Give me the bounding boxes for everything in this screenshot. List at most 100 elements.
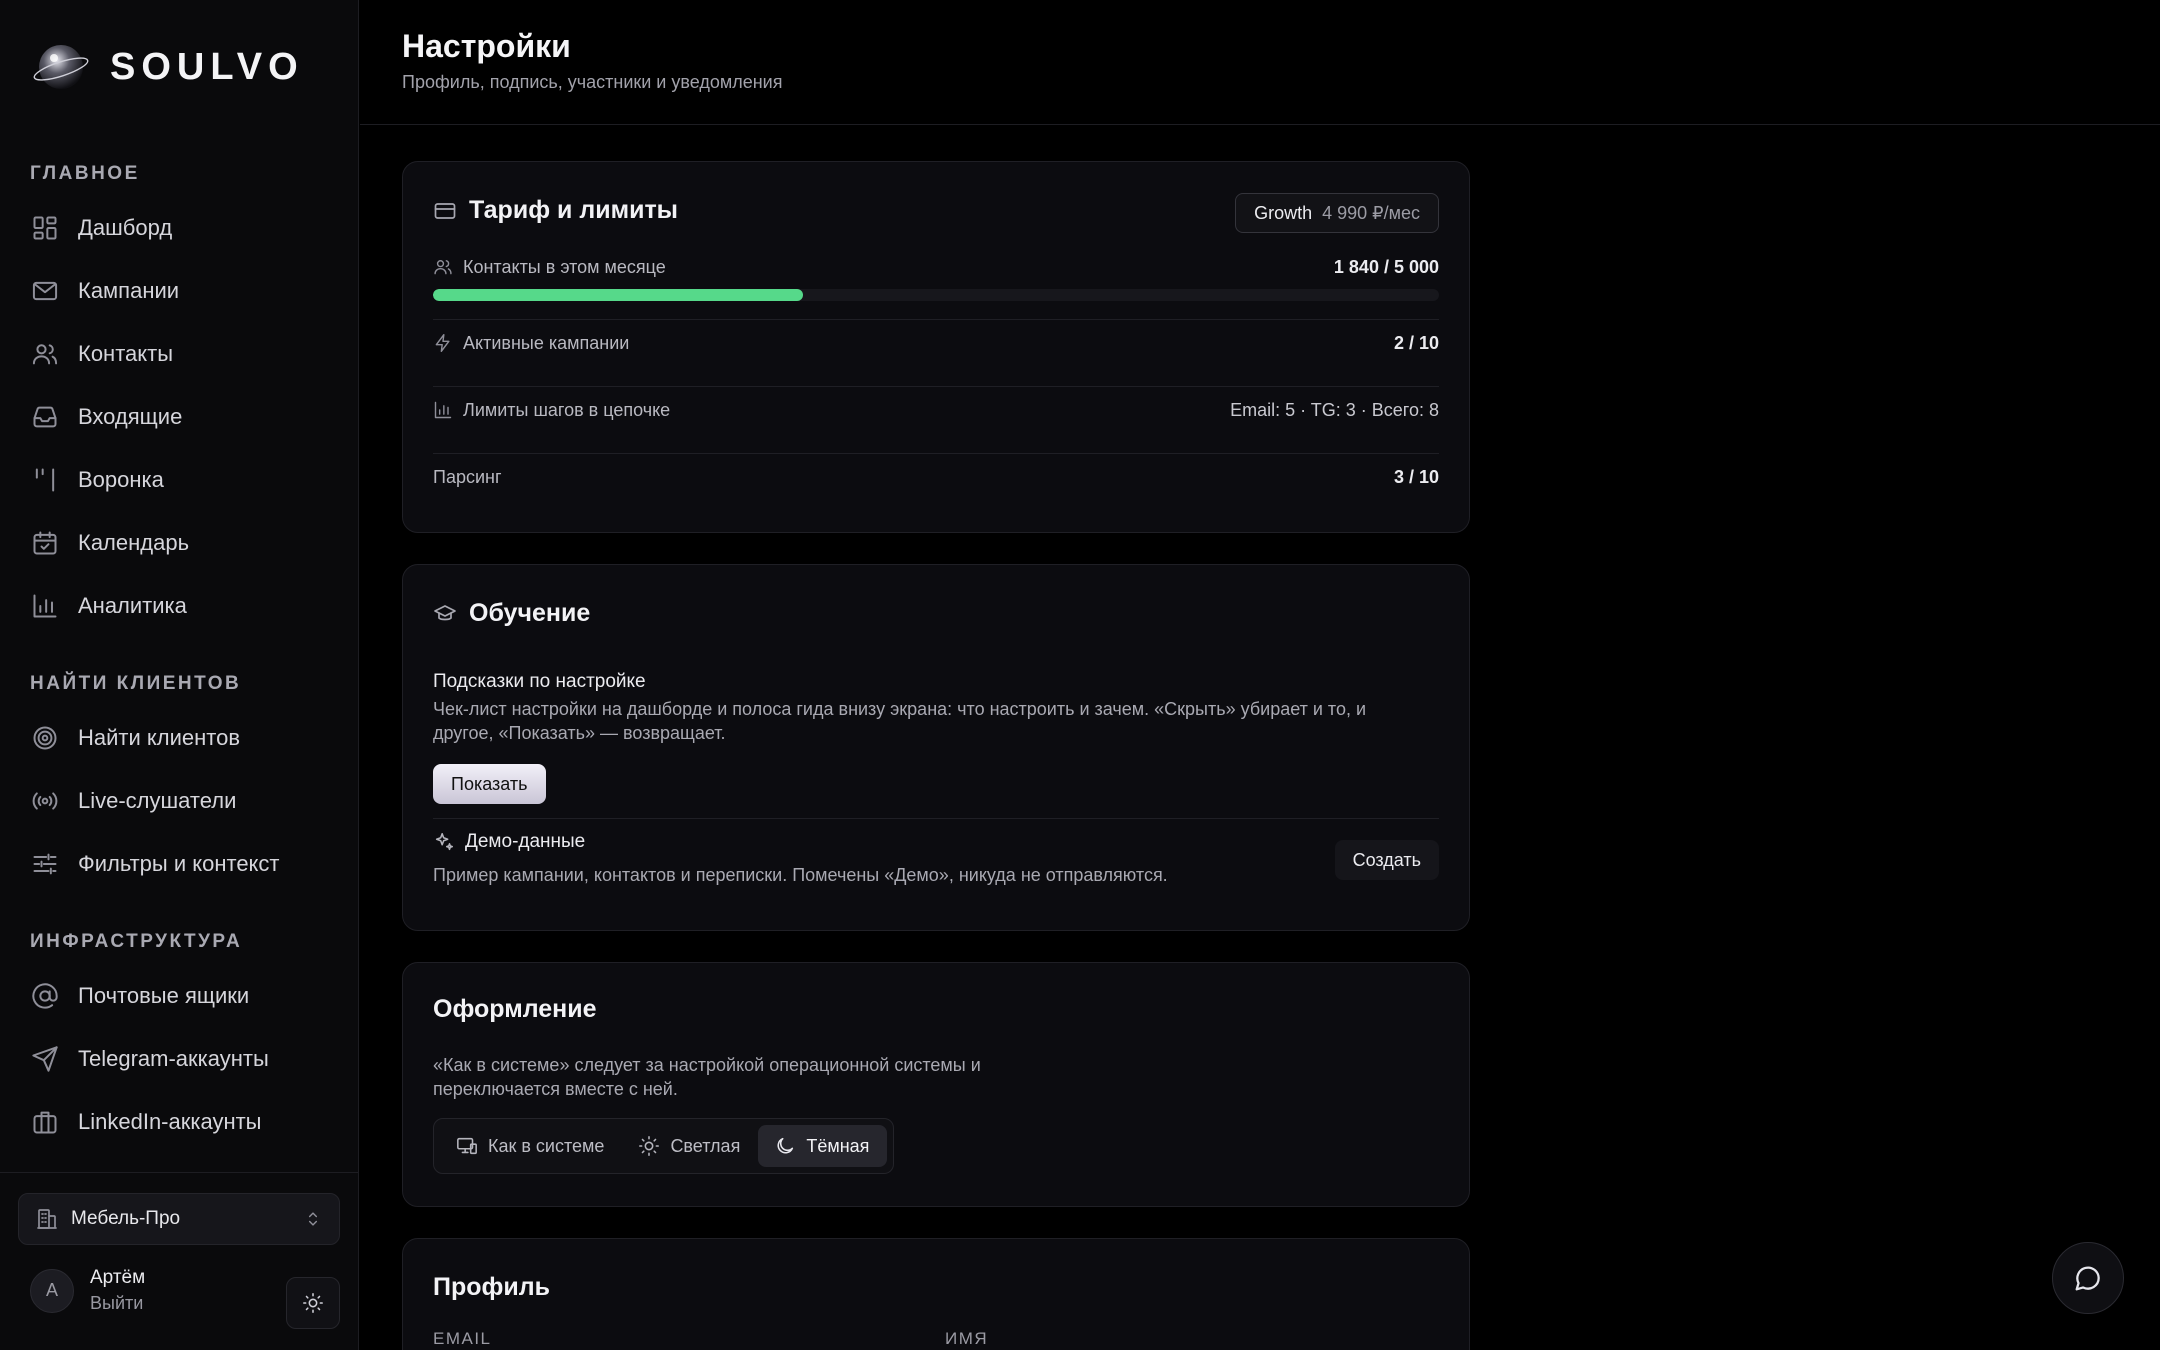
theme-option-light[interactable]: Светлая [622, 1125, 758, 1167]
mail-icon [30, 276, 60, 306]
demo-data-title: Демо-данные [465, 831, 586, 852]
user-info: А Артём Выйти [30, 1267, 145, 1314]
sidebar-item-label: Контакты [78, 341, 174, 366]
theme-segmented-control: Как в системе Светлая Тёмная [433, 1118, 895, 1174]
parsing-limit-row: Парсинг 3 / 10 [433, 462, 1439, 492]
sidebar-item-campaigns[interactable]: Кампании [30, 269, 179, 313]
page-title: Настройки [402, 28, 571, 64]
divider [433, 319, 1439, 320]
create-demo-button[interactable]: Создать [1334, 840, 1439, 880]
workspace-name: Мебель-Про [71, 1208, 181, 1229]
theme-option-system[interactable]: Как в системе [440, 1125, 622, 1167]
users-icon [30, 339, 60, 369]
learning-card-title: Обучение [433, 599, 590, 628]
demo-data-heading: Демо-данные [433, 831, 585, 853]
send-icon [30, 1044, 60, 1074]
divider [433, 818, 1439, 819]
monitor-icon [456, 1135, 478, 1157]
briefcase-icon [30, 1107, 60, 1137]
nav-section-find-clients: НАЙТИ КЛИЕНТОВ [30, 673, 242, 694]
lightning-icon [433, 333, 453, 353]
learning-card: Обучение Подсказки по настройке Чек-лист… [402, 564, 1470, 931]
chat-button[interactable] [2052, 1242, 2124, 1314]
sidebar-item-find-clients[interactable]: Найти клиентов [30, 716, 240, 760]
show-hints-button[interactable]: Показать [433, 764, 546, 804]
sidebar-item-label: Входящие [78, 404, 183, 429]
sidebar-item-contacts[interactable]: Контакты [30, 332, 173, 376]
users-icon [433, 257, 453, 277]
sun-icon [302, 1292, 324, 1314]
logo[interactable]: SOULVO [32, 38, 304, 96]
avatar[interactable]: А [30, 1268, 74, 1313]
campaigns-limit-label: Активные кампании [463, 332, 630, 353]
plan-card-title: Тариф и лимиты [433, 196, 678, 225]
learning-title-text: Обучение [469, 599, 591, 627]
building-icon [35, 1207, 59, 1231]
sidebar-item-calendar[interactable]: Календарь [30, 521, 189, 565]
sidebar-item-live-listeners[interactable]: Live-слушатели [30, 779, 236, 823]
contacts-limit-value: 1 840 / 5 000 [1333, 256, 1439, 277]
brand-name: SOULVO [110, 45, 304, 88]
sidebar-item-label: Календарь [78, 530, 190, 555]
steps-limit-row: Лимиты шагов в цепочке Email: 5 · TG: 3 … [433, 395, 1439, 425]
divider [433, 386, 1439, 387]
broadcast-icon [30, 786, 60, 816]
appearance-description-line-2: переключается вместе с ней. [433, 1079, 678, 1099]
campaigns-limit-row: Активные кампании 2 / 10 [433, 328, 1439, 358]
theme-option-label: Светлая [670, 1135, 741, 1156]
sidebar-item-label: Telegram-аккаунты [78, 1046, 269, 1071]
planet-logo-icon [33, 45, 89, 89]
appearance-card: Оформление «Как в системе» следует за на… [402, 962, 1470, 1207]
calendar-icon [30, 528, 60, 558]
theme-option-label: Как в системе [488, 1135, 605, 1156]
steps-limit-value: Email: 5 · TG: 3 · Всего: 8 [1230, 399, 1439, 420]
demo-data-description: Пример кампании, контактов и переписки. … [433, 865, 1168, 885]
contacts-limit-label: Контакты в этом месяце [463, 256, 666, 277]
dashboard-icon [30, 213, 60, 243]
logout-link[interactable]: Выйти [90, 1293, 145, 1314]
appearance-title: Оформление [433, 995, 597, 1023]
sidebar-item-telegram[interactable]: Telegram-аккаунты [30, 1037, 269, 1081]
theme-option-dark[interactable]: Тёмная [758, 1125, 888, 1167]
at-sign-icon [30, 981, 60, 1011]
sidebar-item-linkedin[interactable]: LinkedIn-аккаунты [30, 1100, 262, 1144]
sidebar-item-inbox[interactable]: Входящие [30, 395, 182, 439]
sidebar-item-label: Дашборд [78, 215, 173, 240]
parsing-limit-label: Парсинг [433, 466, 502, 487]
graduation-cap-icon [433, 602, 457, 626]
sidebar-item-mailboxes[interactable]: Почтовые ящики [30, 974, 249, 1018]
plan-badge[interactable]: Growth 4 990 ₽/мес [1235, 193, 1439, 233]
credit-card-icon [433, 199, 457, 223]
user-name: Артём [90, 1267, 146, 1288]
sidebar-item-funnel[interactable]: Воронка [30, 458, 164, 502]
appearance-description-line-1: «Как в системе» следует за настройкой оп… [433, 1055, 981, 1075]
bar-chart-icon [433, 400, 453, 420]
moon-icon [774, 1135, 796, 1157]
theme-option-label: Тёмная [806, 1135, 870, 1156]
chevron-up-down-icon [303, 1209, 323, 1229]
sidebar-item-dashboard[interactable]: Дашборд [30, 206, 172, 250]
plan-name: Growth [1254, 202, 1313, 223]
divider [433, 453, 1439, 454]
inbox-icon [30, 402, 60, 432]
plan-price: 4 990 ₽/мес [1322, 202, 1420, 223]
email-label: EMAIL [433, 1329, 492, 1348]
funnel-icon [30, 465, 60, 495]
nav-section-main: ГЛАВНОЕ [30, 163, 140, 184]
workspace-switcher[interactable]: Мебель-Про [18, 1193, 340, 1245]
theme-toggle-button[interactable] [286, 1277, 340, 1329]
sidebar-item-analytics[interactable]: Аналитика [30, 584, 187, 628]
parsing-limit-value: 3 / 10 [1393, 466, 1439, 487]
profile-title: Профиль [433, 1273, 551, 1301]
profile-card: Профиль EMAIL ИМЯ [402, 1238, 1470, 1350]
hints-description-line-1: Чек-лист настройки на дашборде и полоса … [433, 699, 1367, 719]
contacts-limit-row: Контакты в этом месяце 1 840 / 5 000 [433, 252, 1439, 282]
sidebar-item-label: Аналитика [78, 593, 187, 618]
sidebar-item-label: Найти клиентов [78, 725, 241, 750]
sidebar: SOULVO ГЛАВНОЕ Дашборд Кампании Контакты… [0, 0, 359, 1350]
sidebar-item-filters[interactable]: Фильтры и контекст [30, 842, 280, 886]
sliders-icon [30, 849, 60, 879]
plan-title-text: Тариф и лимиты [469, 196, 679, 224]
sidebar-item-label: Live-слушатели [78, 788, 237, 813]
hints-title: Подсказки по настройке [433, 671, 646, 692]
